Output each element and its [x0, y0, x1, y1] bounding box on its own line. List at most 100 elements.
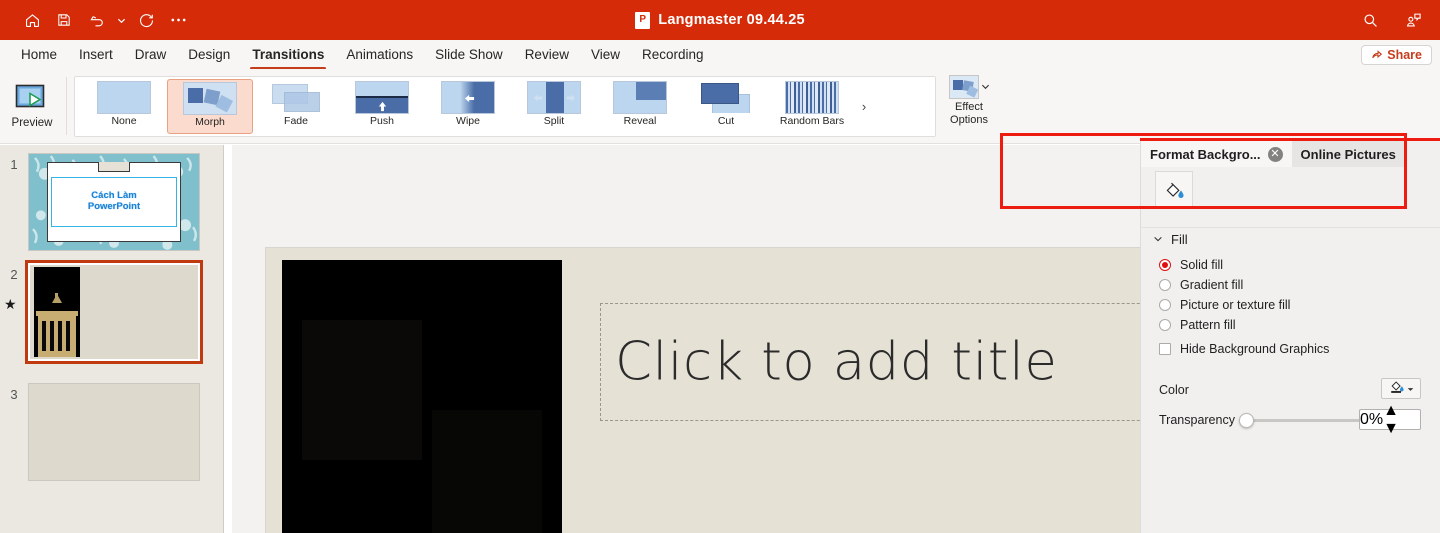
slide-thumb-3-canvas[interactable] — [28, 383, 200, 481]
transition-push-thumb — [355, 81, 409, 114]
quick-access-toolbar — [0, 7, 192, 33]
slide-number-2-text: 2 — [10, 267, 18, 282]
slide-2-photo — [34, 267, 80, 357]
pattern-fill-label: Pattern fill — [1180, 318, 1236, 332]
picture-texture-fill-radio[interactable] — [1159, 299, 1171, 311]
save-icon[interactable] — [50, 7, 78, 33]
transition-morph-thumb — [183, 82, 237, 115]
tab-home[interactable]: Home — [10, 43, 68, 67]
effect-options-icon — [948, 75, 979, 99]
current-slide[interactable]: Click to add title — [266, 248, 1140, 533]
solid-fill-radio[interactable] — [1159, 259, 1171, 271]
slide-thumb-2-canvas[interactable] — [25, 260, 203, 364]
undo-dropdown-icon[interactable] — [114, 7, 128, 33]
effect-options-button[interactable]: Effect Options — [940, 75, 998, 139]
redo-icon[interactable] — [132, 7, 160, 33]
tab-slide-show[interactable]: Slide Show — [424, 43, 514, 67]
ribbon-transitions: Preview None Morph Fade Push Wipe Split … — [0, 69, 1440, 209]
format-background-pane: Format Backgro... ✕ Online Pictures Fill — [1140, 141, 1440, 533]
tab-online-pictures[interactable]: Online Pictures — [1291, 141, 1405, 167]
transition-random-bars-thumb — [785, 81, 839, 114]
share-button[interactable]: Share — [1361, 45, 1432, 65]
transition-label: Random Bars — [779, 115, 845, 127]
tab-recording[interactable]: Recording — [631, 43, 715, 67]
undo-icon[interactable] — [82, 7, 110, 33]
transparency-slider[interactable] — [1239, 413, 1365, 428]
window-title: Langmaster 09.44.25 — [658, 12, 805, 28]
title-placeholder[interactable]: Click to add title — [600, 303, 1140, 421]
tab-view[interactable]: View — [580, 43, 631, 67]
slide-thumb-1-canvas[interactable]: Cách Làm PowerPoint — [28, 153, 200, 251]
chevron-down-icon[interactable] — [981, 78, 990, 96]
more-options-icon[interactable] — [164, 7, 192, 33]
transition-label: Fade — [284, 115, 308, 127]
option-pattern-fill[interactable]: Pattern fill — [1141, 315, 1440, 335]
effect-options-label: Effect Options — [950, 101, 988, 126]
paint-bucket-icon[interactable] — [1155, 171, 1193, 208]
tab-online-pictures-label: Online Pictures — [1300, 146, 1396, 162]
transition-split[interactable]: Split — [511, 79, 597, 134]
transition-wipe[interactable]: Wipe — [425, 79, 511, 134]
tab-animations[interactable]: Animations — [335, 43, 424, 67]
option-picture-texture-fill[interactable]: Picture or texture fill — [1141, 295, 1440, 315]
chevron-down-icon — [1153, 232, 1163, 247]
title-bar: P Langmaster 09.44.25 — [0, 0, 1440, 40]
transition-random-bars[interactable]: Random Bars — [769, 79, 855, 134]
slide-image[interactable] — [282, 260, 562, 533]
transparency-slider-knob[interactable] — [1239, 413, 1254, 428]
transparency-stepper[interactable]: ▲ ▼ — [1383, 402, 1399, 438]
home-icon[interactable] — [18, 7, 46, 33]
transition-gallery: None Morph Fade Push Wipe Split Reveal C… — [74, 76, 936, 137]
effect-options-label-line1: Effect — [955, 101, 983, 113]
hide-background-graphics-label: Hide Background Graphics — [1180, 342, 1330, 356]
ribbon-tab-strip: Home Insert Draw Design Transitions Anim… — [0, 40, 1440, 70]
pattern-fill-radio[interactable] — [1159, 319, 1171, 331]
chevron-down-icon[interactable] — [1407, 380, 1414, 398]
tab-format-background[interactable]: Format Backgro... ✕ — [1141, 141, 1292, 167]
preview-icon — [15, 84, 49, 114]
search-icon[interactable] — [1356, 7, 1384, 33]
tab-draw[interactable]: Draw — [124, 43, 178, 67]
option-gradient-fill[interactable]: Gradient fill — [1141, 275, 1440, 295]
close-icon[interactable]: ✕ — [1267, 146, 1283, 162]
tab-design[interactable]: Design — [177, 43, 241, 67]
tab-insert[interactable]: Insert — [68, 43, 124, 67]
preview-button[interactable]: Preview — [6, 71, 58, 141]
transition-split-thumb — [527, 81, 581, 114]
fill-section-header[interactable]: Fill — [1141, 227, 1440, 251]
transition-label: Push — [370, 115, 394, 127]
tab-transitions[interactable]: Transitions — [241, 43, 335, 70]
color-row: Color — [1141, 377, 1440, 403]
slide-thumb-3[interactable]: 3 — [0, 383, 224, 481]
gallery-more-button[interactable]: › — [855, 79, 873, 134]
hide-background-graphics-checkbox[interactable] — [1159, 343, 1171, 355]
transition-cut-thumb — [699, 81, 753, 114]
taskpane-highlight-line — [1140, 138, 1440, 141]
transition-none[interactable]: None — [81, 79, 167, 134]
transition-indicator-icon[interactable]: ★ — [4, 297, 17, 311]
option-solid-fill[interactable]: Solid fill — [1141, 255, 1440, 275]
slide-thumb-1[interactable]: 1 Cách Làm PowerPoint — [0, 153, 224, 251]
gradient-fill-radio[interactable] — [1159, 279, 1171, 291]
transition-none-thumb — [97, 81, 151, 114]
comments-icon[interactable] — [1400, 7, 1428, 33]
transition-push[interactable]: Push — [339, 79, 425, 134]
transparency-spinner[interactable]: 0% ▲ ▼ — [1359, 402, 1421, 437]
slide-number-2: 2 ★ — [0, 263, 28, 361]
slide-thumbnail-pane[interactable]: 1 Cách Làm PowerPoint 2 ★ 3 — [0, 145, 224, 533]
color-picker-button[interactable] — [1381, 378, 1421, 399]
taskpane-icon-bar — [1141, 167, 1440, 208]
transition-reveal[interactable]: Reveal — [597, 79, 683, 134]
transition-morph[interactable]: Morph — [167, 79, 253, 134]
slide-editing-stage: Click to add title — [232, 145, 1140, 533]
transition-fade[interactable]: Fade — [253, 79, 339, 134]
window-title-group: P Langmaster 09.44.25 — [0, 0, 1440, 40]
transparency-row: Transparency 0% ▲ ▼ — [1141, 402, 1440, 437]
pane-gap — [224, 145, 232, 533]
transition-reveal-thumb — [613, 81, 667, 114]
transition-cut[interactable]: Cut — [683, 79, 769, 134]
option-hide-background-graphics[interactable]: Hide Background Graphics — [1141, 338, 1440, 360]
tab-review[interactable]: Review — [514, 43, 580, 67]
preview-label: Preview — [11, 116, 53, 129]
slide-thumb-2[interactable]: 2 ★ — [0, 260, 224, 364]
